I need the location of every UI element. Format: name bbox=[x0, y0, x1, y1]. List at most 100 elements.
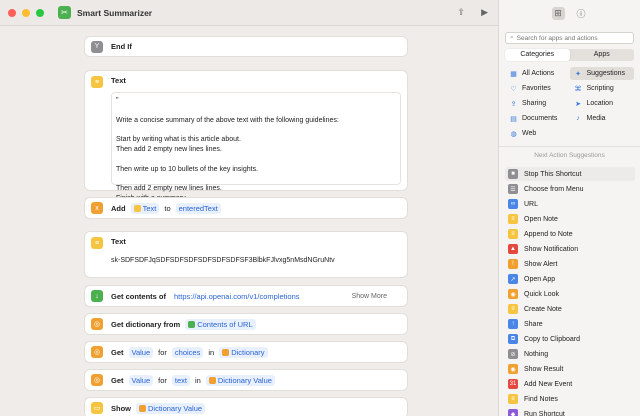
location-icon: ➤ bbox=[575, 100, 581, 108]
suggestion-label: Choose from Menu bbox=[524, 185, 584, 193]
action-label: Text bbox=[111, 237, 126, 246]
suggestion-label: Run Shortcut bbox=[524, 410, 565, 416]
suggestion-item[interactable]: ↗ Open App bbox=[505, 272, 635, 286]
text-variable-token[interactable]: Text bbox=[130, 202, 160, 214]
dictionary-token[interactable]: Dictionary bbox=[219, 346, 268, 358]
close-window-button[interactable] bbox=[8, 8, 16, 17]
get-contents-of-url-action[interactable]: ↓ Get contents of https://api.openai.com… bbox=[84, 285, 408, 307]
note-icon: ≡ bbox=[508, 394, 518, 404]
show-action[interactable]: ▭ Show Dictionary Value bbox=[84, 397, 408, 416]
token-label: Dictionary Value bbox=[148, 403, 203, 413]
scripting-icon: ⌘ bbox=[574, 85, 582, 93]
suggestion-item[interactable]: ◆ Run Shortcut bbox=[505, 407, 635, 416]
calendar-icon: 31 bbox=[508, 379, 518, 389]
search-box[interactable]: ⌕ bbox=[505, 32, 634, 44]
suggestion-item[interactable]: ≡ Append to Note bbox=[505, 227, 635, 241]
preposition-label: for bbox=[158, 375, 167, 385]
share-icon[interactable]: ⇪ bbox=[458, 7, 466, 18]
dictionary-token-icon bbox=[139, 404, 146, 412]
dictionary-icon: ◎ bbox=[91, 318, 103, 330]
category-all-actions[interactable]: ▦ All Actions bbox=[505, 67, 570, 80]
download-icon: ↓ bbox=[91, 290, 103, 302]
suggestion-label: Append to Note bbox=[524, 230, 573, 238]
stop-icon: ■ bbox=[508, 169, 518, 179]
text-action[interactable]: ≡ Text " Write a concise summary of the … bbox=[84, 70, 408, 202]
text-content-field[interactable]: sk-SDFSDFJqSDFSDFSDFSDFSDFSDFSF3BlbkFJlv… bbox=[111, 253, 401, 270]
category-location[interactable]: ➤ Location bbox=[570, 97, 635, 110]
url-token[interactable]: https://api.openai.com/v1/completions bbox=[171, 291, 303, 302]
category-scripting[interactable]: ⌘ Scripting bbox=[570, 82, 635, 95]
action-label: Show bbox=[111, 403, 131, 413]
title-bar: ✂ Smart Summarizer ⇪ ▶ bbox=[0, 0, 498, 26]
token-label: Value bbox=[131, 375, 151, 385]
text-icon: ≡ bbox=[91, 76, 103, 88]
action-label: Get contents of bbox=[111, 291, 167, 301]
value-token[interactable]: Value bbox=[128, 346, 154, 358]
category-media[interactable]: ♪ Media bbox=[570, 112, 635, 125]
token-label: Contents of URL bbox=[197, 319, 253, 329]
key-token[interactable]: choices bbox=[171, 346, 204, 358]
eye-icon: ◉ bbox=[508, 289, 518, 299]
category-label: Media bbox=[586, 115, 606, 122]
text-content-field[interactable]: " Write a concise summary of the above t… bbox=[111, 92, 401, 202]
library-icon[interactable]: ⊞ bbox=[551, 6, 565, 20]
suggestion-label: Copy to Clipboard bbox=[524, 335, 581, 343]
end-if-action[interactable]: Y End If bbox=[84, 36, 408, 57]
window-title: Smart Summarizer bbox=[77, 7, 153, 18]
info-icon[interactable]: ⓘ bbox=[575, 7, 588, 20]
contents-of-url-token[interactable]: Contents of URL bbox=[185, 318, 256, 330]
category-documents[interactable]: ▤ Documents bbox=[505, 112, 570, 125]
music-icon: ♪ bbox=[576, 115, 580, 122]
category-web[interactable]: ◍ Web bbox=[505, 127, 570, 140]
run-play-icon[interactable]: ▶ bbox=[481, 7, 488, 18]
category-favorites[interactable]: ♡ Favorites bbox=[505, 82, 570, 95]
suggestion-item[interactable]: ■ Stop This Shortcut bbox=[505, 167, 635, 181]
dictionary-value-token[interactable]: Dictionary Value bbox=[136, 402, 206, 414]
token-label: https://api.openai.com/v1/completions bbox=[174, 291, 300, 301]
globe-icon: ◍ bbox=[510, 130, 517, 138]
zoom-window-button[interactable] bbox=[36, 8, 44, 17]
get-value-text-action[interactable]: ◎ Get Value for text in Dictionary Value bbox=[84, 369, 408, 391]
get-dictionary-action[interactable]: ◎ Get dictionary from Contents of URL bbox=[84, 313, 408, 335]
api-key-text-action[interactable]: ≡ Text sk-SDFSDFJqSDFSDFSDFSDFSDFSDFSF3B… bbox=[84, 231, 408, 278]
dictionary-value-token[interactable]: Dictionary Value bbox=[205, 374, 275, 386]
action-label: Text bbox=[111, 76, 126, 85]
minimize-window-button[interactable] bbox=[22, 8, 30, 17]
add-variable-action[interactable]: x Add Text to enteredText bbox=[84, 197, 408, 219]
suggestion-item[interactable]: ◉ Show Result bbox=[505, 362, 635, 376]
suggestion-item[interactable]: ∞ URL bbox=[505, 197, 635, 211]
category-sharing[interactable]: ⇪ Sharing bbox=[505, 97, 570, 110]
tab-categories[interactable]: Categories bbox=[505, 49, 570, 61]
get-value-choices-action[interactable]: ◎ Get Value for choices in Dictionary bbox=[84, 341, 408, 363]
share-icon: ↑ bbox=[508, 319, 518, 329]
suggestion-item[interactable]: 31 Add New Event bbox=[505, 377, 635, 391]
suggestion-item[interactable]: ! Show Alert bbox=[505, 257, 635, 271]
suggestion-item[interactable]: ≡ Create Note bbox=[505, 302, 635, 316]
show-more-button[interactable]: Show More bbox=[352, 293, 387, 300]
tab-apps[interactable]: Apps bbox=[570, 49, 635, 61]
category-suggestions[interactable]: ✦ Suggestions bbox=[569, 67, 634, 80]
dictionary-token-icon bbox=[222, 348, 230, 356]
token-label: Dictionary Value bbox=[217, 375, 272, 385]
variable-name-token[interactable]: enteredText bbox=[175, 202, 221, 214]
suggestion-item[interactable]: ◉ Quick Look bbox=[505, 287, 635, 301]
search-input[interactable] bbox=[516, 34, 627, 42]
app-icon: ↗ bbox=[508, 274, 518, 284]
suggestion-item[interactable]: ≡ Find Notes bbox=[505, 392, 635, 406]
suggestion-item[interactable]: ≡ Open Note bbox=[505, 212, 635, 226]
suggestion-item[interactable]: ↑ Share bbox=[505, 317, 635, 331]
category-label: Location bbox=[586, 100, 613, 107]
suggestion-item[interactable]: ▲ Show Notification bbox=[505, 242, 635, 256]
suggestion-item[interactable]: ☰ Choose from Menu bbox=[505, 182, 635, 196]
key-token[interactable]: text bbox=[171, 374, 191, 386]
value-token[interactable]: Value bbox=[128, 374, 154, 386]
shortcut-icon: ◆ bbox=[508, 409, 518, 416]
token-label: Text bbox=[142, 203, 157, 213]
nothing-icon: ⊘ bbox=[508, 349, 518, 359]
suggestion-label: Open App bbox=[524, 275, 556, 283]
suggestion-label: Quick Look bbox=[524, 290, 560, 298]
preposition-label: in bbox=[208, 347, 215, 357]
suggestion-item[interactable]: ⊘ Nothing bbox=[505, 347, 635, 361]
suggestion-item[interactable]: ⧉ Copy to Clipboard bbox=[505, 332, 635, 346]
token-label: choices bbox=[174, 347, 201, 357]
